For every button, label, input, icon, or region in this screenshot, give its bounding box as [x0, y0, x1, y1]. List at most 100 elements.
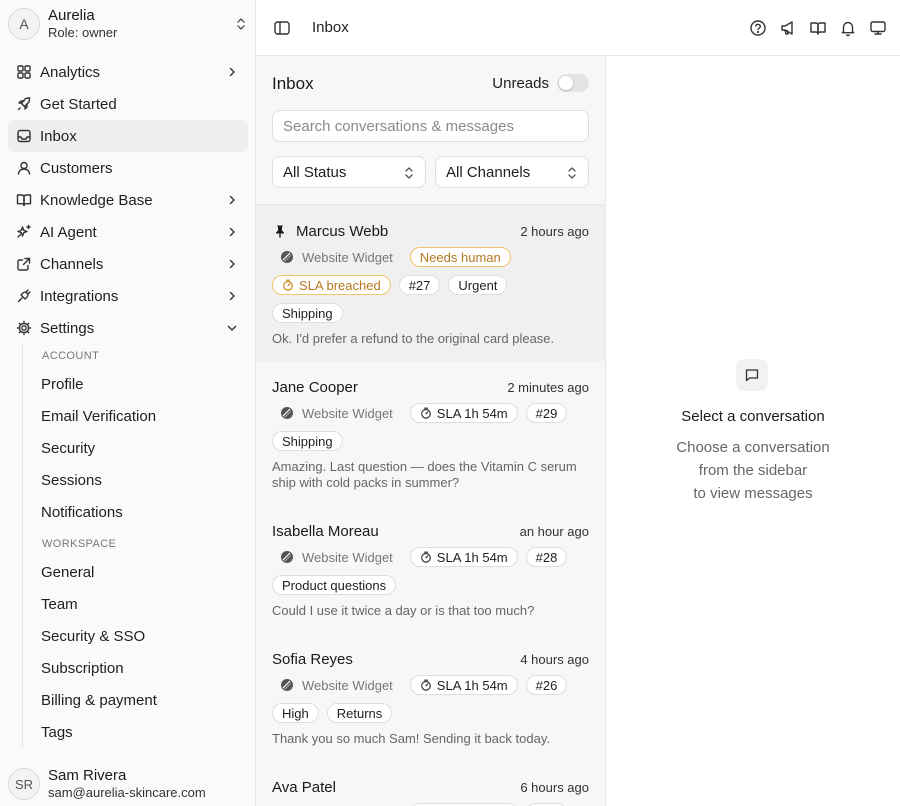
chevron-down-icon: [224, 320, 240, 336]
timer-icon: [420, 679, 432, 691]
tag-badge: Needs human: [409, 247, 511, 267]
channel-select[interactable]: All Channels: [435, 156, 589, 188]
settings-item-subscription[interactable]: Subscription: [23, 652, 248, 684]
gear-icon: [16, 320, 32, 336]
tag-label: SLA 1h 54m: [436, 549, 508, 565]
conversation-time: 2 minutes ago: [507, 379, 589, 395]
widget-icon: [280, 406, 294, 420]
tag-label: #26: [535, 677, 558, 693]
tag-label: SLA 1h 54m: [436, 405, 508, 421]
main-nav: Analytics Get Started Inbox Customers Knowle…: [8, 56, 248, 344]
tag-label: #27: [408, 277, 431, 293]
conversation-item[interactable]: Jane Cooper 2 minutes ago Website Widget SL…: [256, 361, 605, 505]
tag-label: Shipping: [282, 305, 333, 321]
conversation-name: Isabella Moreau: [272, 522, 379, 540]
sidebar-item-channels[interactable]: Channels: [8, 248, 248, 280]
user-name: Sam Rivera: [48, 767, 127, 784]
sidebar-item-knowledge-base[interactable]: Knowledge Base: [8, 184, 248, 216]
monitor-icon[interactable]: [868, 16, 888, 40]
settings-item-tags[interactable]: Tags: [23, 716, 248, 748]
settings-item-profile[interactable]: Profile: [23, 368, 248, 400]
tag-badge: Shipping: [272, 431, 343, 451]
tag-label: Returns: [336, 705, 383, 721]
tag-label: #29: [535, 405, 558, 421]
tag-label: SLA breached: [299, 277, 381, 293]
conversation-list: Marcus Webb 2 hours ago Website Widget Need…: [256, 204, 605, 806]
submenu-section-account: ACCOUNT: [42, 350, 100, 362]
timer-icon: [282, 279, 294, 291]
rocket-icon: [16, 96, 32, 112]
sidebar-item-get-started[interactable]: Get Started: [8, 88, 248, 120]
conversation-preview: Could I use it twice a day or is that to…: [272, 603, 535, 618]
topbar: Inbox: [256, 0, 900, 56]
settings-item-email-verification[interactable]: Email Verification: [23, 400, 248, 432]
sidebar-item-label: AI Agent: [40, 223, 97, 241]
sidebar-item-settings[interactable]: Settings: [8, 312, 248, 344]
sidebar-item-inbox[interactable]: Inbox: [8, 120, 248, 152]
org-role: Role: owner: [48, 25, 118, 40]
search-input[interactable]: [272, 110, 589, 142]
tag-badge: High: [272, 703, 319, 723]
org-avatar: A: [8, 8, 40, 40]
bell-icon[interactable]: [838, 16, 858, 40]
tag-label: Shipping: [282, 433, 333, 449]
conversation-item[interactable]: Isabella Moreau an hour ago Website Widget…: [256, 505, 605, 633]
settings-item-team[interactable]: Team: [23, 588, 248, 620]
channel-badge: Website Widget: [272, 675, 402, 695]
channel-badge: Website Widget: [272, 547, 402, 567]
conversation-item[interactable]: Sofia Reyes 4 hours ago Website Widget SLA …: [256, 633, 605, 761]
settings-item-general[interactable]: General: [23, 556, 248, 588]
sidebar: A Aurelia Role: owner Analytics Get Start…: [0, 0, 256, 806]
empty-state-text: Choose a conversation from the sidebar t…: [606, 436, 900, 505]
message-square-icon: [736, 359, 768, 391]
chevrons-up-down-icon: [403, 165, 415, 181]
inbox-icon: [16, 128, 32, 144]
unreads-filter: Unreads: [492, 74, 589, 92]
settings-item-notifications[interactable]: Notifications: [23, 496, 248, 528]
sidebar-item-label: Inbox: [40, 127, 77, 145]
unreads-toggle[interactable]: [557, 74, 589, 92]
tag-badge: Shipping: [272, 303, 343, 323]
conversation-time: 6 hours ago: [520, 779, 589, 795]
plug-icon: [16, 288, 32, 304]
sidebar-item-customers[interactable]: Customers: [8, 152, 248, 184]
chevron-right-icon: [224, 256, 240, 272]
channel-label: Website Widget: [302, 549, 393, 565]
empty-state-title: Select a conversation: [681, 408, 825, 425]
chevron-right-icon: [224, 288, 240, 304]
sidebar-item-label: Get Started: [40, 95, 117, 113]
tag-label: Product questions: [282, 577, 387, 593]
sidebar-item-label: Settings: [40, 319, 95, 337]
tag-badge: SLA breached: [272, 275, 391, 295]
user-menu[interactable]: SR Sam Rivera sam@aurelia-skincare.com: [8, 766, 248, 802]
timer-icon: [420, 551, 432, 563]
conversation-item[interactable]: Marcus Webb 2 hours ago Website Widget Need…: [256, 205, 605, 361]
settings-item-billing-payment[interactable]: Billing & payment: [23, 684, 248, 716]
tag-badge: #27: [398, 275, 441, 295]
conversation-item[interactable]: Ava Patel6 hours agoWebsite WidgetSLA 1h…: [256, 761, 605, 806]
chevron-right-icon: [224, 192, 240, 208]
sidebar-item-integrations[interactable]: Integrations: [8, 280, 248, 312]
org-switcher[interactable]: A Aurelia Role: owner: [8, 4, 248, 44]
megaphone-icon[interactable]: [778, 16, 798, 40]
tag-badge: Returns: [326, 703, 393, 723]
chevrons-up-down-icon: [566, 165, 578, 181]
sidebar-item-ai-agent[interactable]: AI Agent: [8, 216, 248, 248]
settings-item-security-sso[interactable]: Security & SSO: [23, 620, 248, 652]
help-icon[interactable]: [748, 16, 768, 40]
avatar: SR: [8, 768, 40, 800]
settings-item-sessions[interactable]: Sessions: [23, 464, 248, 496]
tag-badge: #29: [525, 403, 568, 423]
channel-select-value: All Channels: [446, 163, 531, 181]
sidebar-item-analytics[interactable]: Analytics: [8, 56, 248, 88]
sidebar-toggle-icon[interactable]: [272, 18, 292, 38]
status-select[interactable]: All Status: [272, 156, 426, 188]
book-open-icon[interactable]: [808, 16, 828, 40]
sidebar-item-label: Customers: [40, 159, 113, 177]
tag-label: #28: [535, 549, 558, 565]
tag-label: Needs human: [419, 249, 501, 265]
tag-badge: SLA 1h 54m: [409, 675, 518, 695]
inbox-title: Inbox: [272, 74, 314, 93]
settings-item-security[interactable]: Security: [23, 432, 248, 464]
channel-badge: Website Widget: [272, 247, 402, 267]
